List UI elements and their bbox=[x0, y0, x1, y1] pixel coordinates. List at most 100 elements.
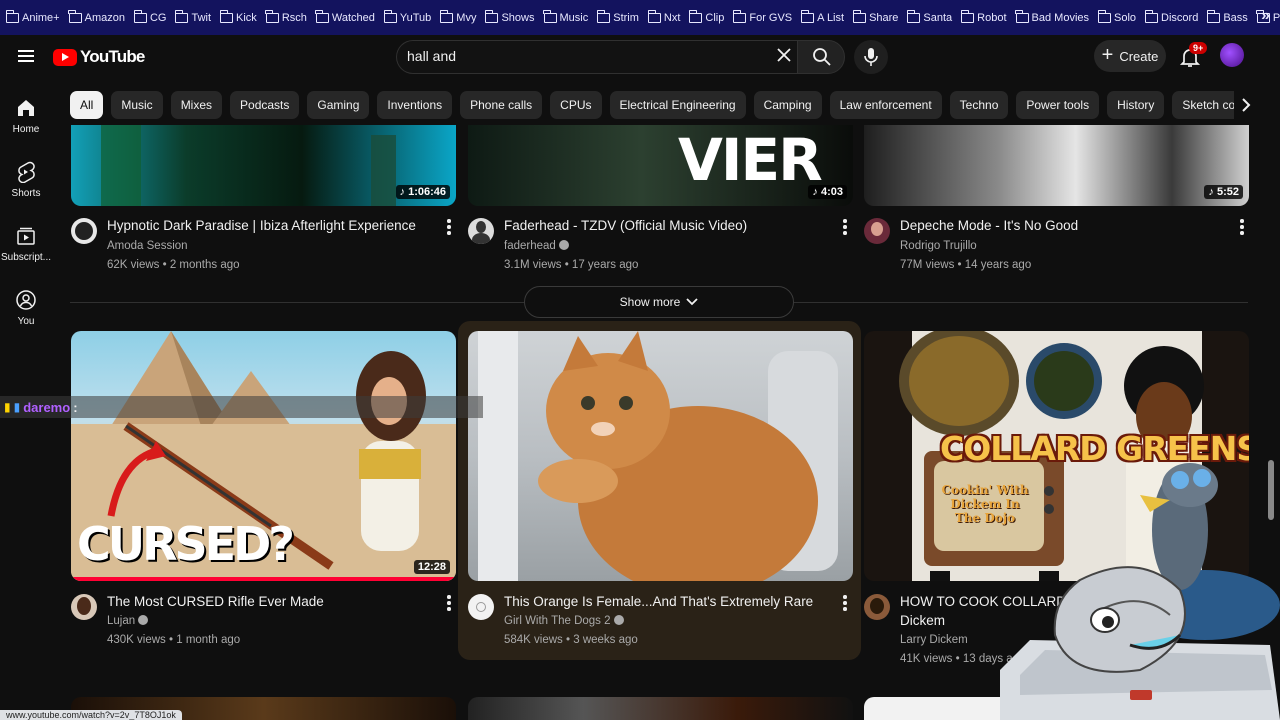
folder-icon bbox=[175, 9, 189, 23]
bookmarks-overflow-icon[interactable]: » bbox=[1261, 7, 1270, 25]
video-title[interactable]: Faderhead - TZDV (Official Music Video) bbox=[504, 216, 747, 235]
video-title[interactable]: The Most CURSED Rifle Ever Made bbox=[107, 592, 324, 611]
video-duration: ♪ 1:06:46 bbox=[395, 185, 450, 199]
bookmark-label: Shows bbox=[501, 11, 535, 24]
video-title[interactable]: Hypnotic Dark Paradise | Ibiza Afterligh… bbox=[107, 216, 416, 235]
channel-name[interactable]: Amoda Session bbox=[107, 237, 188, 256]
channel-avatar[interactable] bbox=[864, 218, 890, 244]
bookmark-item[interactable]: Amazon bbox=[68, 9, 125, 24]
filter-chip[interactable]: Electrical Engineering bbox=[609, 91, 746, 119]
channel-avatar[interactable] bbox=[468, 218, 494, 244]
account-avatar[interactable] bbox=[1220, 43, 1244, 67]
sidebar-item-shorts[interactable]: Shorts bbox=[0, 161, 52, 199]
bookmark-item[interactable]: Santa bbox=[907, 9, 952, 24]
youtube-logo[interactable]: YouTube bbox=[53, 47, 145, 67]
video-title-line2[interactable]: Dickem bbox=[900, 611, 945, 630]
channel-avatar[interactable] bbox=[71, 218, 97, 244]
filter-chip[interactable]: Law enforcement bbox=[829, 91, 942, 119]
menu-icon[interactable] bbox=[18, 49, 34, 63]
filter-chip[interactable]: History bbox=[1107, 91, 1165, 119]
bookmark-item[interactable]: Robot bbox=[960, 9, 1007, 24]
filter-chip[interactable]: Camping bbox=[753, 91, 822, 119]
filter-chip[interactable]: CPUs bbox=[550, 91, 602, 119]
bookmark-item[interactable]: Discord bbox=[1144, 9, 1199, 24]
filter-chip[interactable]: Techno bbox=[949, 91, 1009, 119]
bookmark-label: Watched bbox=[331, 11, 375, 24]
chevron-right-icon bbox=[1242, 98, 1251, 112]
video-title[interactable]: Depeche Mode - It's No Good bbox=[900, 216, 1078, 235]
bookmark-item[interactable]: Solo bbox=[1097, 9, 1136, 24]
filter-chip[interactable]: Mixes bbox=[170, 91, 223, 119]
bookmark-item[interactable]: Bad Movies bbox=[1015, 9, 1090, 24]
folder-icon bbox=[1206, 9, 1221, 23]
more-actions-icon[interactable] bbox=[842, 595, 848, 611]
channel-avatar[interactable] bbox=[71, 594, 97, 620]
bookmark-item[interactable]: Rsch bbox=[265, 9, 307, 24]
bookmark-item[interactable]: Twit bbox=[175, 9, 211, 24]
video-thumbnail[interactable]: ♪ 1:06:46 bbox=[71, 125, 456, 206]
bookmark-label: Strim bbox=[613, 11, 639, 24]
sidebar-item-you[interactable]: You bbox=[0, 289, 52, 327]
bookmark-item[interactable]: Kick bbox=[219, 9, 257, 24]
folder-icon bbox=[800, 9, 815, 23]
chips-next-button[interactable] bbox=[1234, 91, 1258, 119]
bookmark-item[interactable]: Clip bbox=[689, 9, 724, 24]
filter-chip[interactable]: Phone calls bbox=[460, 91, 543, 119]
create-button[interactable]: + Create bbox=[1094, 40, 1166, 72]
channel-name[interactable]: Larry Dickem bbox=[900, 631, 968, 650]
bookmark-label: Mvy bbox=[456, 11, 477, 24]
microphone-icon bbox=[864, 48, 878, 66]
bookmark-item[interactable]: For GVS bbox=[732, 9, 792, 24]
search-input[interactable] bbox=[407, 48, 747, 64]
bookmark-item[interactable]: YuTub bbox=[383, 9, 431, 24]
bookmark-item[interactable]: Music bbox=[543, 9, 588, 24]
bookmark-item[interactable]: Bass bbox=[1206, 9, 1248, 24]
more-actions-icon[interactable] bbox=[842, 219, 848, 235]
filter-chip[interactable]: Power tools bbox=[1016, 91, 1100, 119]
folder-icon bbox=[485, 9, 499, 23]
bookmark-item[interactable]: A List bbox=[800, 9, 844, 24]
show-more-button[interactable]: Show more bbox=[524, 286, 794, 318]
folder-icon bbox=[1144, 9, 1159, 23]
page-scrollbar[interactable] bbox=[1268, 460, 1274, 520]
video-duration: ♪ 5:52 bbox=[1204, 185, 1243, 199]
video-thumbnail[interactable]: CURSED? 12:28 bbox=[71, 331, 456, 581]
video-thumbnail[interactable] bbox=[468, 697, 853, 720]
filter-chip[interactable]: Gaming bbox=[307, 91, 370, 119]
channel-avatar[interactable] bbox=[864, 594, 890, 620]
video-thumbnail[interactable] bbox=[468, 331, 853, 581]
filter-chip[interactable]: Inventions bbox=[377, 91, 453, 119]
bookmark-item[interactable]: Nxt bbox=[647, 9, 680, 24]
bookmark-item[interactable]: Share bbox=[852, 9, 898, 24]
bookmark-item[interactable]: Anime+ bbox=[5, 9, 60, 24]
more-actions-icon[interactable] bbox=[446, 219, 452, 235]
filter-chip[interactable]: Music bbox=[111, 91, 163, 119]
filter-chip[interactable]: Podcasts bbox=[230, 91, 300, 119]
search-button[interactable] bbox=[797, 40, 845, 74]
status-bar-url: www.youtube.com/watch?v=2v_7T8OJ1ok bbox=[0, 710, 182, 720]
channel-name-row[interactable]: Lujan bbox=[107, 612, 149, 631]
bookmark-item[interactable]: CG bbox=[133, 9, 166, 24]
voice-search-button[interactable] bbox=[854, 40, 888, 74]
video-thumbnail[interactable]: ♪ 5:52 bbox=[864, 125, 1249, 206]
video-thumbnail[interactable]: VIER ♪ 4:03 bbox=[468, 125, 853, 206]
bookmark-label: Discord bbox=[1161, 11, 1199, 24]
channel-name[interactable]: Rodrigo Trujillo bbox=[900, 237, 977, 256]
bookmark-item[interactable]: Mvy bbox=[439, 9, 477, 24]
clear-search-icon[interactable] bbox=[776, 47, 792, 63]
sidebar-item-subscriptions[interactable]: Subscript... bbox=[0, 225, 52, 263]
filter-chip[interactable]: All bbox=[70, 91, 104, 119]
bookmark-label: Bad Movies bbox=[1031, 11, 1090, 24]
more-actions-icon[interactable] bbox=[1239, 219, 1245, 235]
channel-name-row[interactable]: faderhead bbox=[504, 237, 569, 256]
more-actions-icon[interactable] bbox=[446, 595, 452, 611]
chat-username: daremo bbox=[23, 399, 71, 415]
bookmark-item[interactable]: Shows bbox=[485, 9, 535, 24]
bookmark-item[interactable]: Strim bbox=[596, 9, 639, 24]
channel-avatar[interactable] bbox=[468, 594, 494, 620]
video-title[interactable]: This Orange Is Female...And That's Extre… bbox=[504, 592, 813, 611]
bookmark-item[interactable]: Watched bbox=[315, 9, 375, 24]
sidebar-item-home[interactable]: Home bbox=[0, 97, 52, 135]
channel-name-row[interactable]: Girl With The Dogs 2 bbox=[504, 612, 624, 631]
youtube-play-icon bbox=[53, 48, 77, 66]
